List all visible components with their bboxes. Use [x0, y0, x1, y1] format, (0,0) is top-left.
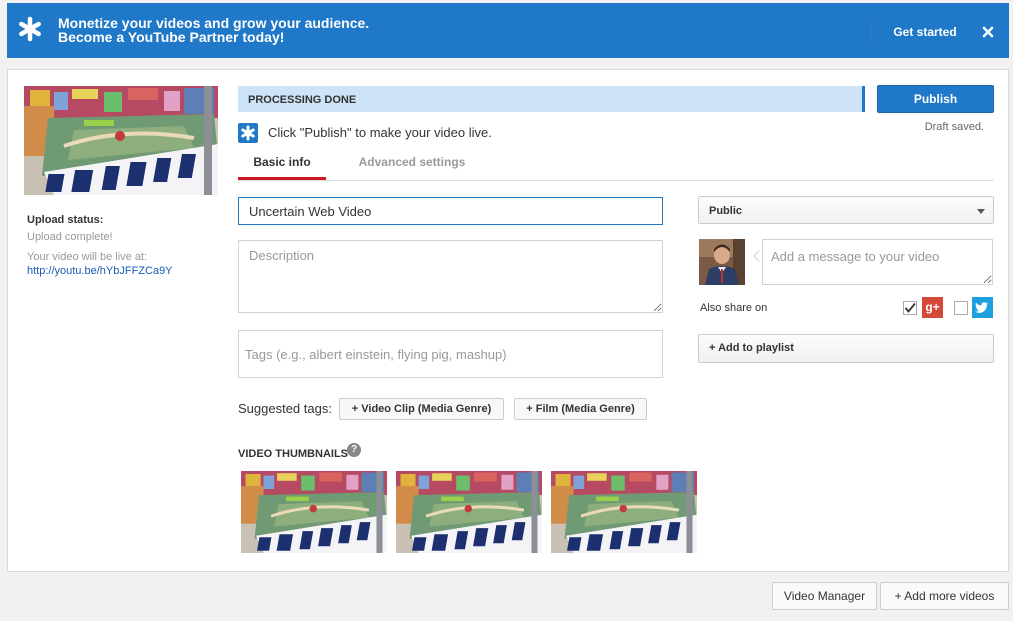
tab-advanced-settings[interactable]: Advanced settings [350, 150, 474, 180]
tags-input[interactable] [238, 330, 663, 378]
privacy-dropdown[interactable]: Public [698, 196, 994, 224]
google-plus-icon: g+ [922, 297, 943, 318]
suggested-tags-label: Suggested tags: [238, 401, 332, 416]
video-link[interactable]: http://youtu.be/hYbJFFZCa9Y [27, 265, 173, 277]
avatar [699, 239, 745, 285]
twitter-checkbox[interactable] [954, 301, 968, 315]
add-more-videos-button[interactable]: + Add more videos [880, 582, 1009, 610]
google-plus-checkbox[interactable] [903, 301, 917, 315]
video-manager-button[interactable]: Video Manager [772, 582, 877, 610]
publish-button[interactable]: Publish [877, 85, 994, 113]
star-icon [19, 16, 41, 42]
chevron-down-icon [977, 209, 985, 214]
banner-divider [871, 19, 872, 45]
thumbnail-option-2[interactable] [396, 471, 542, 553]
upload-status-title: Upload status: [27, 214, 104, 226]
title-input[interactable] [238, 197, 663, 225]
banner-message: Monetize your videos and grow your audie… [58, 16, 369, 44]
star-icon [238, 123, 258, 143]
processing-label: PROCESSING DONE [248, 94, 357, 106]
video-live-label: Your video will be live at: [27, 251, 148, 263]
publish-hint: Click "Publish" to make your video live. [268, 125, 492, 140]
help-icon[interactable]: ? [347, 443, 361, 457]
tabs-divider [238, 180, 994, 181]
banner-line-1: Monetize your videos and grow your audie… [58, 15, 370, 31]
add-to-playlist-button[interactable]: + Add to playlist [698, 334, 994, 363]
draft-status: Draft saved. [924, 121, 984, 133]
suggested-tag-video-clip[interactable]: + Video Clip (Media Genre) [339, 398, 504, 420]
suggested-tag-film[interactable]: + Film (Media Genre) [514, 398, 647, 420]
twitter-icon [972, 297, 993, 318]
close-icon[interactable] [979, 23, 997, 41]
partner-banner: Monetize your videos and grow your audie… [7, 3, 1009, 58]
check-icon [904, 302, 916, 313]
thumbnail-option-1[interactable] [241, 471, 387, 553]
thumbnail-option-3[interactable] [551, 471, 697, 553]
processing-bar: PROCESSING DONE [238, 86, 865, 112]
tab-basic-info[interactable]: Basic info [238, 150, 326, 180]
banner-line-2: Become a YouTube Partner today! [58, 29, 285, 45]
description-input[interactable] [238, 240, 663, 313]
share-message-input[interactable] [762, 239, 993, 285]
video-thumbnail [24, 86, 218, 195]
video-thumbnails-label: VIDEO THUMBNAILS [238, 448, 348, 460]
also-share-label: Also share on [700, 302, 768, 314]
get-started-button[interactable]: Get started [881, 23, 969, 41]
upload-status-text: Upload complete! [27, 231, 113, 243]
privacy-value: Public [709, 205, 743, 217]
